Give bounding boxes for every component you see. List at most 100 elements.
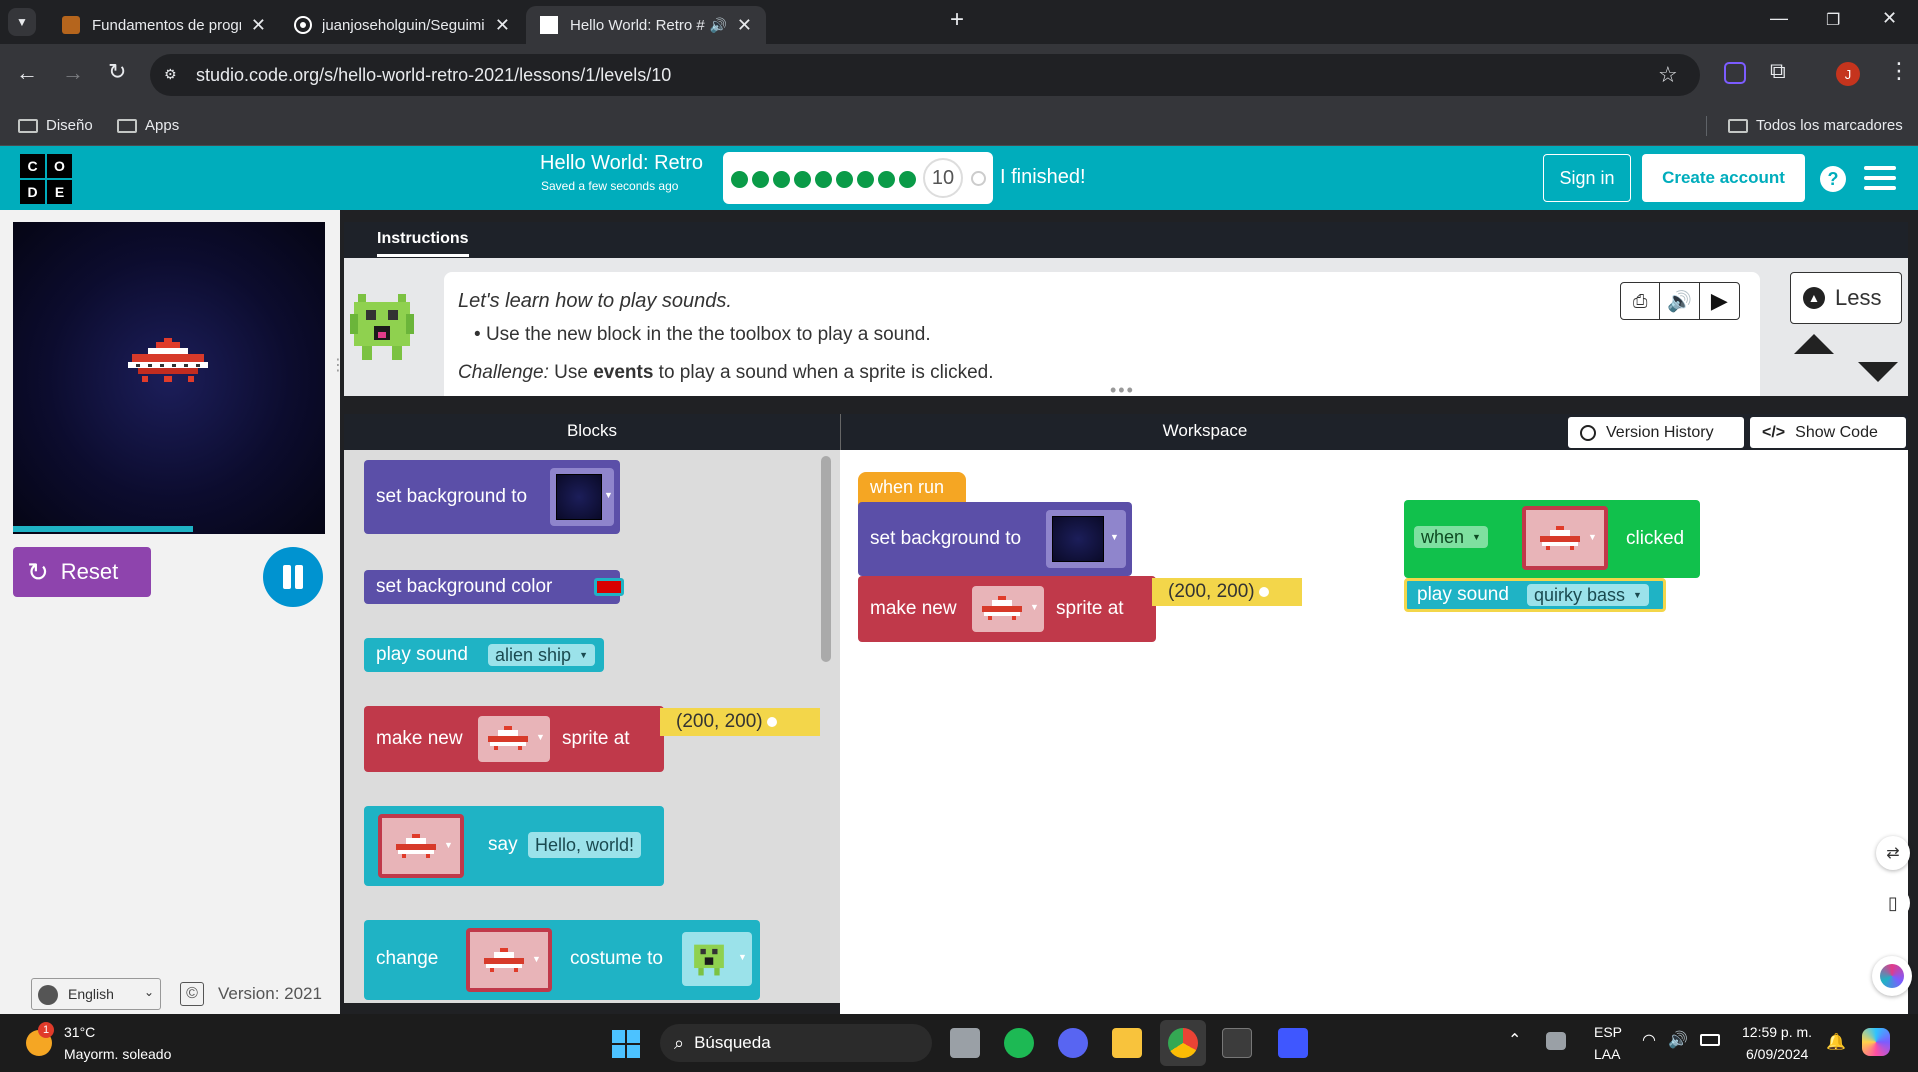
location-block[interactable]: (200, 200) <box>1152 578 1302 606</box>
version-history-button[interactable]: Version History <box>1568 417 1744 448</box>
sound-dropdown[interactable]: alien ship ▼ <box>488 644 595 666</box>
play-icon[interactable]: ▶ <box>1700 283 1739 319</box>
hamburger-menu-icon[interactable] <box>1864 166 1896 190</box>
browser-tab[interactable]: juanjoseholguin/Seguimiento-6 ✕ <box>282 6 524 44</box>
level-dot[interactable] <box>773 171 790 188</box>
ufo-sprite[interactable] <box>128 338 208 386</box>
level-dot[interactable] <box>752 171 769 188</box>
extensions-puzzle-icon[interactable]: ⧉ <box>1770 58 1786 84</box>
block-when-run[interactable]: when run <box>858 472 966 506</box>
level-dot[interactable] <box>857 171 874 188</box>
block-make-new-sprite[interactable]: make new ▼ sprite at <box>858 576 1156 642</box>
notification-bell-icon[interactable]: 🔔 <box>1826 1032 1846 1052</box>
event-dropdown[interactable]: when ▼ <box>1414 526 1488 548</box>
show-code-button[interactable]: </> Show Code <box>1750 417 1906 448</box>
sprite-dropdown[interactable]: ▼ <box>466 928 552 992</box>
level-dot[interactable] <box>899 171 916 188</box>
tab-search-button[interactable]: ▼ <box>8 8 36 36</box>
block-when-sprite-clicked[interactable]: when ▼ ▼ clicked <box>1404 500 1700 578</box>
restore-icon[interactable]: ❐ <box>1826 10 1840 30</box>
location-block[interactable]: (200, 200) <box>660 708 820 736</box>
tray-chevron-icon[interactable]: ⌃ <box>1508 1030 1521 1050</box>
read-aloud-icon[interactable]: ⎙ <box>1621 283 1661 319</box>
pause-button[interactable] <box>263 547 323 607</box>
copilot-icon[interactable] <box>1862 1028 1890 1056</box>
new-tab-button[interactable]: + <box>950 6 964 34</box>
help-icon[interactable]: ? <box>1820 166 1846 192</box>
clock-date[interactable]: 6/09/2024 <box>1746 1046 1808 1062</box>
block-say[interactable]: ▼ say Hello, world! <box>364 806 664 886</box>
sound-dropdown[interactable]: quirky bass ▼ <box>1527 584 1649 606</box>
taskbar-search[interactable]: ⌕ Búsqueda <box>660 1024 932 1062</box>
weather-temperature[interactable]: 31°C <box>64 1024 95 1040</box>
address-bar[interactable]: ⚙ studio.code.org/s/hello-world-retro-20… <box>150 54 1700 96</box>
scroll-up-icon[interactable] <box>1794 334 1834 354</box>
bookmark-folder-apps[interactable]: Apps <box>117 117 179 134</box>
sprite-dropdown[interactable]: ▼ <box>378 814 464 878</box>
weather-status[interactable]: Mayorm. soleado <box>64 1046 171 1062</box>
create-account-button[interactable]: Create account <box>1642 154 1805 202</box>
file-explorer-icon[interactable] <box>1112 1028 1142 1058</box>
profile-avatar[interactable]: J <box>1836 62 1860 86</box>
background-dropdown[interactable]: ▼ <box>550 468 614 526</box>
forward-icon[interactable]: → <box>62 60 84 86</box>
scroll-down-icon[interactable] <box>1858 362 1898 382</box>
discord-icon[interactable] <box>1058 1028 1088 1058</box>
input-layout[interactable]: LAA <box>1594 1046 1620 1062</box>
level-dot[interactable] <box>836 171 853 188</box>
current-level[interactable]: 10 <box>923 158 963 198</box>
site-info-icon[interactable]: ⚙ <box>164 66 177 83</box>
volume-icon[interactable]: 🔊 <box>1660 283 1700 319</box>
sprite-dropdown[interactable]: ▼ <box>972 586 1044 632</box>
less-button[interactable]: ▲ Less <box>1790 272 1902 324</box>
spotify-icon[interactable] <box>1004 1028 1034 1058</box>
task-view-icon[interactable] <box>950 1028 980 1058</box>
vscode-like-icon[interactable] <box>1278 1028 1308 1058</box>
level-dot[interactable] <box>794 171 811 188</box>
instructions-resize-handle[interactable]: ••• <box>1110 380 1135 401</box>
level-dot[interactable] <box>878 171 895 188</box>
wifi-icon[interactable]: ◠ <box>1642 1030 1656 1050</box>
browser-tab-active[interactable]: Hello World: Retro #10 - Co 🔊 ✕ <box>526 6 766 44</box>
all-bookmarks[interactable]: Todos los marcadores <box>1728 117 1903 134</box>
sign-in-button[interactable]: Sign in <box>1543 154 1631 202</box>
workspace-canvas[interactable]: when run set background to ▼ make new ▼ … <box>840 450 1912 1014</box>
copyright-icon[interactable]: © <box>180 982 204 1006</box>
block-make-new-sprite[interactable]: make new ▼ sprite at <box>364 706 664 772</box>
volume-icon[interactable]: 🔊 <box>1668 1030 1688 1050</box>
extension-icon[interactable] <box>1724 62 1746 84</box>
lesson-title[interactable]: Hello World: Retro <box>540 152 703 175</box>
bookmark-star-icon[interactable]: ☆ <box>1658 62 1678 88</box>
block-play-sound[interactable]: play sound alien ship ▼ <box>364 638 604 672</box>
terminal-icon[interactable] <box>1222 1028 1252 1058</box>
background-dropdown[interactable]: ▼ <box>1046 510 1126 568</box>
block-set-background[interactable]: set background to ▼ <box>364 460 620 534</box>
block-play-sound[interactable]: play sound quirky bass ▼ <box>1404 578 1666 612</box>
assistant-icon[interactable] <box>1872 956 1912 996</box>
block-change-costume[interactable]: change ▼ costume to ▼ <box>364 920 760 1000</box>
speaker-icon[interactable]: 🔊 <box>709 17 726 34</box>
input-language[interactable]: ESP <box>1594 1024 1622 1040</box>
code-org-logo[interactable]: C O D E <box>20 154 72 204</box>
windows-start-icon[interactable] <box>612 1030 640 1058</box>
close-window-icon[interactable]: ✕ <box>1882 8 1897 29</box>
battery-icon[interactable] <box>1700 1034 1720 1046</box>
translate-icon[interactable]: ⇄ <box>1876 836 1910 870</box>
language-select[interactable]: English ⌄ <box>31 978 161 1010</box>
clock-time[interactable]: 12:59 p. m. <box>1742 1024 1812 1040</box>
level-dot[interactable] <box>731 171 748 188</box>
say-text-input[interactable]: Hello, world! <box>528 832 642 858</box>
browser-menu-icon[interactable]: ⋮ <box>1888 58 1910 84</box>
sprite-dropdown[interactable]: ▼ <box>478 716 550 762</box>
minimize-icon[interactable]: — <box>1770 8 1788 29</box>
finished-link[interactable]: I finished! <box>1000 166 1086 189</box>
close-tab-icon[interactable]: ✕ <box>495 15 510 36</box>
tray-network-icon[interactable] <box>1546 1032 1566 1050</box>
block-set-background[interactable]: set background to ▼ <box>858 502 1132 576</box>
color-swatch[interactable] <box>594 578 624 596</box>
close-tab-icon[interactable]: ✕ <box>251 15 266 36</box>
reset-button[interactable]: ↻ Reset <box>13 547 151 597</box>
bookmark-folder-diseno[interactable]: Diseño <box>18 117 93 134</box>
reload-icon[interactable]: ↻ <box>108 59 126 85</box>
game-stage[interactable] <box>13 222 325 534</box>
